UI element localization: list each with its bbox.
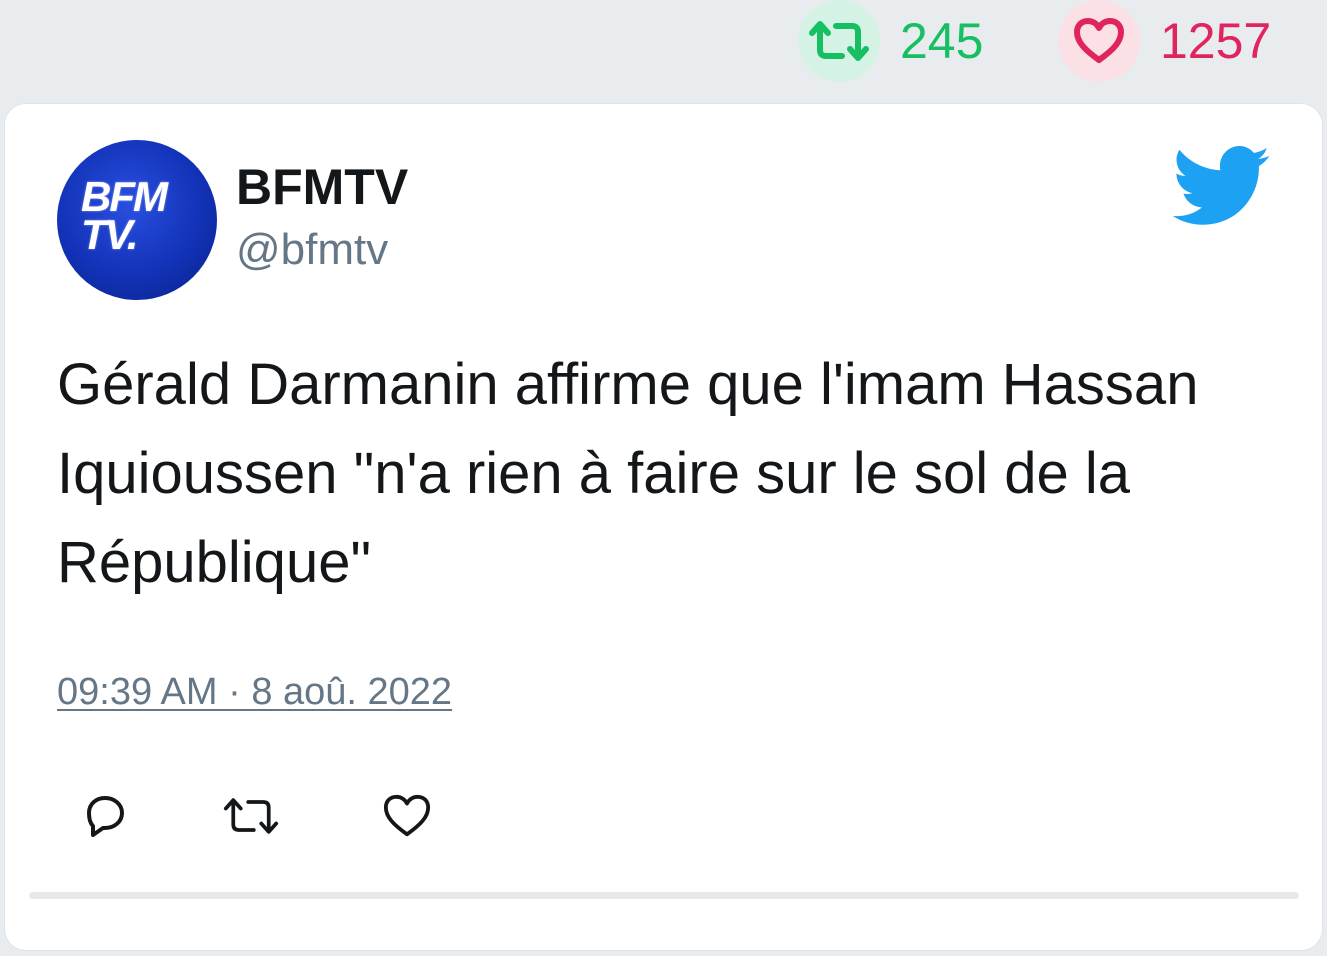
- heart-icon: [383, 794, 431, 837]
- reply-button[interactable]: [77, 788, 133, 844]
- author-handle[interactable]: @bfmtv: [236, 228, 388, 272]
- like-stat-icon-circle: [1058, 0, 1140, 82]
- twitter-bird-icon[interactable]: [1172, 146, 1272, 228]
- tweet-stats-bar: 245 1257: [0, 0, 1327, 100]
- reply-icon: [87, 796, 124, 837]
- author-name[interactable]: BFMTV: [236, 162, 408, 212]
- tweet-text: Gérald Darmanin affirme que l'imam Hassa…: [57, 352, 1199, 595]
- retweet-button[interactable]: [223, 788, 279, 844]
- tweet-card: BFM TV. BFMTV @bfmtv Gérald Darmanin aff…: [4, 103, 1323, 951]
- tweet-timestamp-link[interactable]: 09:39 AM · 8 aoû. 2022: [57, 673, 452, 711]
- avatar-logo-text: BFM TV.: [81, 173, 168, 258]
- retweet-icon: [809, 21, 869, 61]
- like-count: 1257: [1160, 13, 1272, 69]
- heart-icon: [1074, 18, 1124, 63]
- retweet-stat-icon-circle: [798, 0, 880, 82]
- avatar[interactable]: BFM TV.: [57, 140, 217, 300]
- retweet-stat[interactable]: 245: [798, 0, 983, 82]
- retweet-icon: [223, 798, 279, 834]
- divider: [29, 892, 1299, 899]
- like-button[interactable]: [379, 788, 435, 844]
- retweet-count: 245: [900, 13, 984, 69]
- like-stat[interactable]: 1257: [1058, 0, 1271, 82]
